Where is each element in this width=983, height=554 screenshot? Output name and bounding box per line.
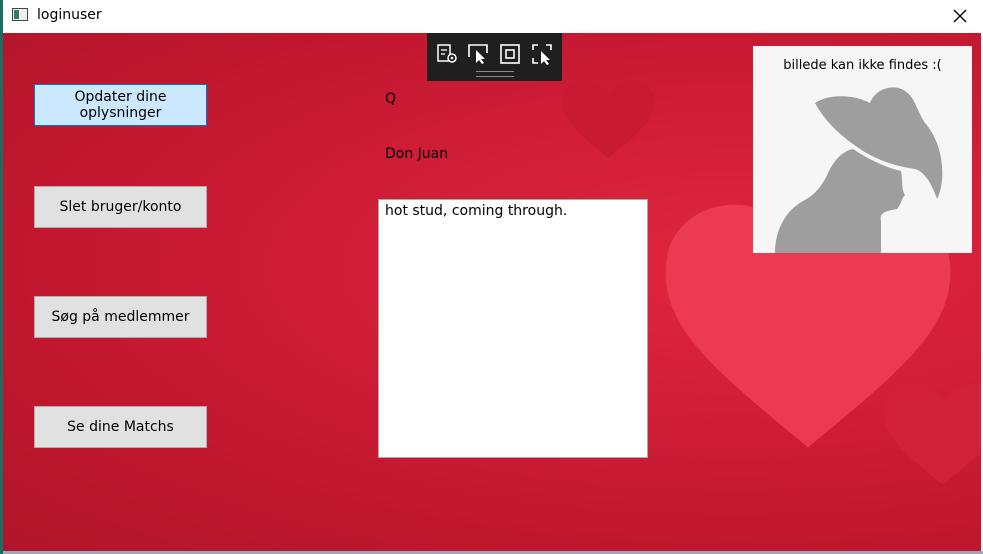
window-title: loginuser [37, 7, 102, 23]
description-textbox[interactable]: hot stud, coming through. [378, 199, 648, 458]
heart-decoration-top [562, 80, 655, 158]
picture-caption: billede kan ikke findes :( [783, 58, 942, 73]
live-visual-tree-icon[interactable] [436, 43, 458, 65]
cowboy-silhouette-icon [775, 87, 943, 253]
heart-decoration-right [883, 383, 981, 485]
display-layout-adorners-icon[interactable] [499, 43, 521, 65]
track-focused-element-icon[interactable] [531, 43, 553, 65]
toolbar-grip[interactable] [476, 71, 514, 77]
title-bar[interactable]: loginuser [3, 0, 983, 33]
see-matches-button[interactable]: Se dine Matchs [34, 406, 207, 448]
select-element-icon[interactable] [467, 43, 489, 65]
app-icon [12, 8, 28, 21]
delete-account-button[interactable]: Slet bruger/konto [34, 186, 207, 228]
main-content: Opdater dine oplysninger Slet bruger/kon… [3, 33, 981, 551]
close-button[interactable] [937, 0, 983, 32]
close-icon [953, 9, 967, 23]
app-window: loginuser Opdater dine oplysninger Slet … [0, 0, 983, 554]
update-info-button[interactable]: Opdater dine oplysninger [34, 84, 207, 126]
debug-toolbar [427, 33, 562, 81]
display-name-label: Don Juan [385, 146, 449, 162]
search-members-button[interactable]: Søg på medlemmer [34, 296, 207, 338]
username-label: Q [385, 91, 397, 107]
profile-picture: billede kan ikke findes :( [753, 46, 972, 253]
